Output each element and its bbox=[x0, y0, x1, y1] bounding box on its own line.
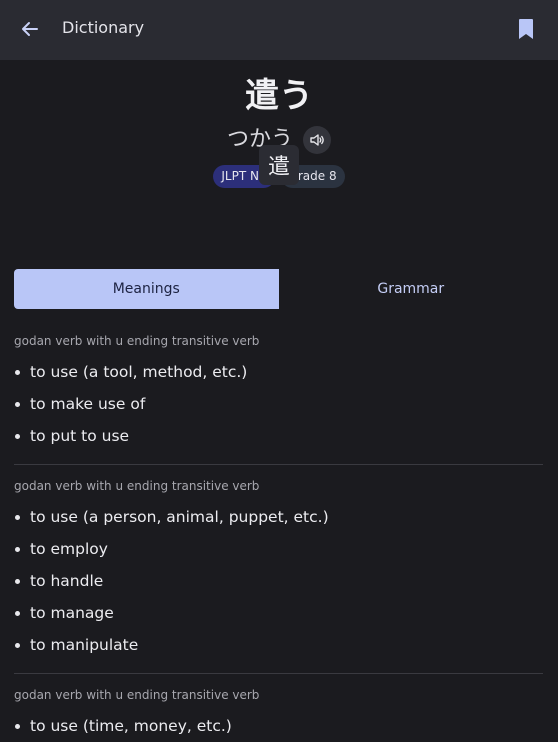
gloss-item: to make use of bbox=[14, 388, 543, 420]
sense: godan verb with u ending transitive verb… bbox=[14, 464, 543, 673]
gloss-item: to employ bbox=[14, 533, 543, 565]
gloss-text: to put to use bbox=[30, 427, 130, 445]
tab-meanings[interactable]: Meanings bbox=[14, 269, 279, 309]
gloss-item: to manipulate bbox=[14, 629, 543, 661]
page-title: Dictionary bbox=[62, 18, 145, 37]
gloss-text: to use (time, money, etc.) bbox=[30, 717, 232, 735]
bookmark-button[interactable] bbox=[518, 18, 536, 42]
bullet-icon bbox=[15, 433, 20, 439]
arrow-left-icon bbox=[22, 22, 38, 36]
play-audio-button[interactable] bbox=[303, 126, 331, 154]
sense: godan verb with u ending transitive verb… bbox=[14, 673, 543, 742]
bullet-icon bbox=[15, 546, 20, 552]
gloss-text: to use (a person, animal, puppet, etc.) bbox=[30, 508, 329, 526]
gloss-item: to manage bbox=[14, 597, 543, 629]
part-of-speech: godan verb with u ending transitive verb bbox=[14, 479, 260, 493]
gloss-item: to use (a tool, method, etc.) bbox=[14, 356, 543, 388]
gloss-item: to use (time, money, etc.) bbox=[14, 710, 543, 742]
headword: 遣う bbox=[245, 76, 313, 116]
tab-bar: Meanings Grammar bbox=[14, 269, 543, 309]
part-of-speech: godan verb with u ending transitive verb bbox=[14, 688, 260, 702]
part-of-speech: godan verb with u ending transitive verb bbox=[14, 334, 260, 348]
gloss-text: to manage bbox=[30, 604, 114, 622]
kanji-chip[interactable]: 遣 bbox=[259, 145, 299, 185]
meanings-list: godan verb with u ending transitive verb… bbox=[14, 320, 543, 742]
gloss-text: to employ bbox=[30, 540, 108, 558]
bullet-icon bbox=[15, 642, 20, 648]
speaker-icon bbox=[310, 134, 324, 146]
gloss-item: to put to use bbox=[14, 420, 543, 452]
gloss-item: to handle bbox=[14, 565, 543, 597]
gloss-item: to use (a person, animal, puppet, etc.) bbox=[14, 501, 543, 533]
bullet-icon bbox=[15, 578, 20, 584]
bookmark-icon bbox=[519, 19, 533, 39]
sense: godan verb with u ending transitive verb… bbox=[14, 320, 543, 464]
bullet-icon bbox=[15, 610, 20, 616]
back-button[interactable] bbox=[18, 17, 42, 41]
tab-grammar[interactable]: Grammar bbox=[279, 269, 544, 309]
bullet-icon bbox=[15, 723, 20, 729]
bullet-icon bbox=[15, 401, 20, 407]
gloss-text: to handle bbox=[30, 572, 104, 590]
gloss-text: to use (a tool, method, etc.) bbox=[30, 363, 248, 381]
bullet-icon bbox=[15, 514, 20, 520]
bullet-icon bbox=[15, 369, 20, 375]
gloss-text: to make use of bbox=[30, 395, 146, 413]
gloss-text: to manipulate bbox=[30, 636, 139, 654]
app-bar: Dictionary bbox=[0, 0, 558, 60]
